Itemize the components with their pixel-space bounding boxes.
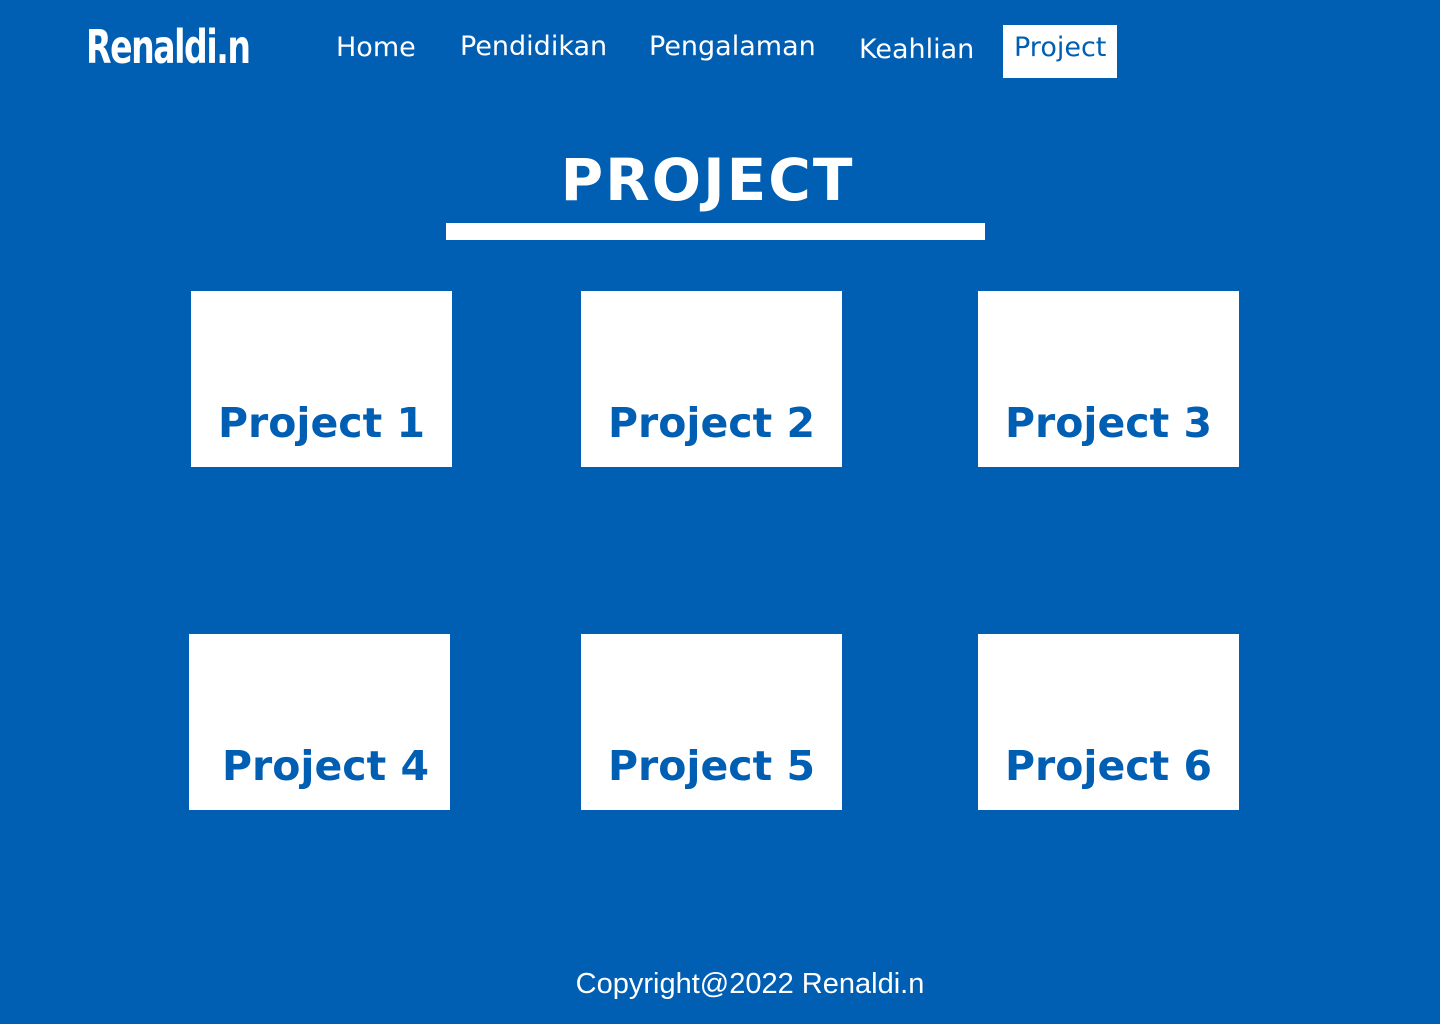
project-card-6[interactable]: Project 6 [978,634,1239,810]
brand-logo[interactable]: Renaldi.n [86,18,251,76]
nav-item-project[interactable]: Project [1003,25,1118,78]
project-card-2[interactable]: Project 2 [581,291,842,467]
project-card-label: Project 2 [607,399,815,447]
page-title: PROJECT [560,146,855,214]
project-card-label: Project 1 [217,399,425,447]
project-card-label: Project 6 [1004,742,1212,790]
footer-copyright: Copyright@2022 Renaldi.n [575,968,925,1000]
nav-item-keahlian[interactable]: Keahlian [859,30,974,70]
project-card-5[interactable]: Project 5 [581,634,842,810]
project-card-3[interactable]: Project 3 [978,291,1239,467]
nav-item-pengalaman[interactable]: Pengalaman [649,27,816,67]
nav-item-pendidikan[interactable]: Pendidikan [460,27,607,67]
title-underline [446,223,985,240]
nav-item-home[interactable]: Home [336,28,416,68]
project-card-label: Project 5 [607,742,815,790]
project-card-label: Project 3 [1004,399,1212,447]
project-card-4[interactable]: Project 4 [189,634,450,810]
project-card-label: Project 4 [221,742,429,790]
project-card-1[interactable]: Project 1 [191,291,452,467]
